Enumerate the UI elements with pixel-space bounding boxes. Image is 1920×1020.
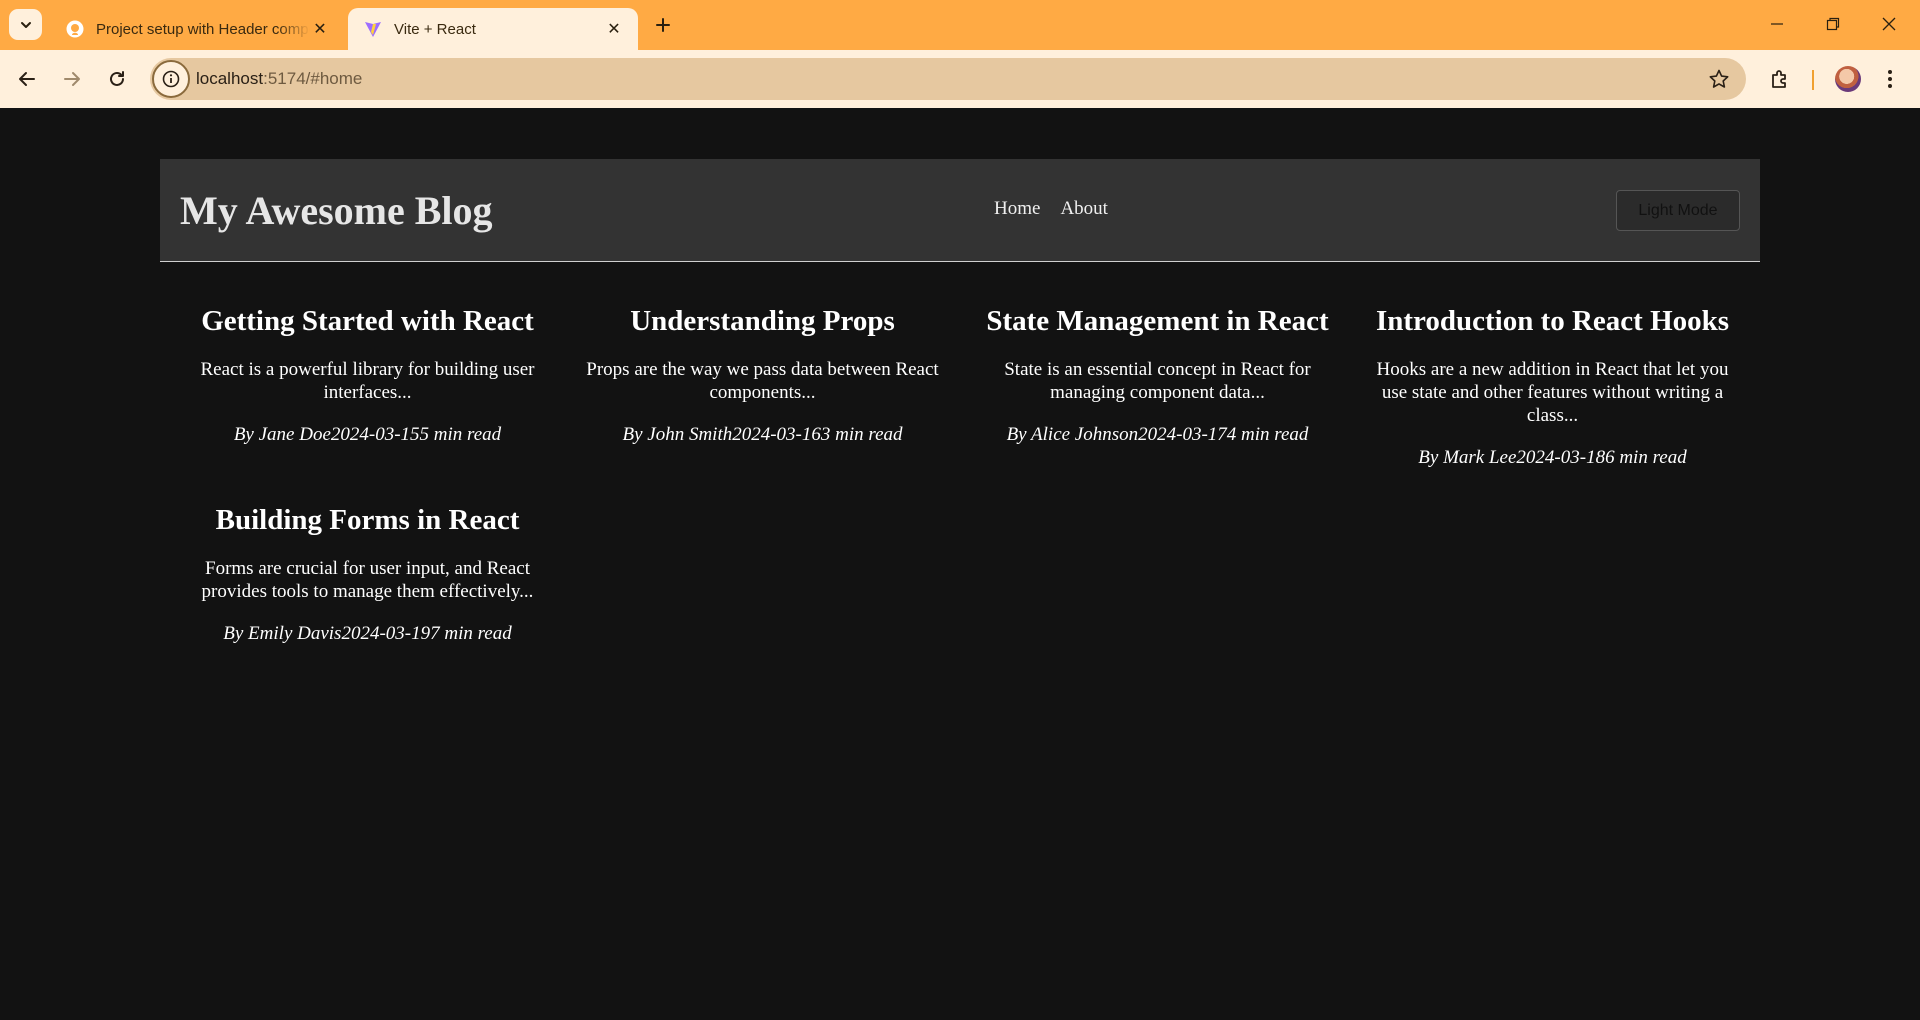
reload-button[interactable] [100,62,134,96]
post-meta: By John Smith2024-03-163 min read [577,423,948,446]
post-read-time: 5 min read [419,424,502,445]
post-meta: By Jane Doe2024-03-155 min read [182,423,553,446]
restore-icon [1826,17,1840,31]
light-mode-button[interactable]: Light Mode [1616,190,1740,231]
back-button[interactable] [10,62,44,96]
post-title: Understanding Props [630,305,895,337]
post-excerpt: Props are the way we pass data between R… [586,359,939,403]
page-viewport: My Awesome Blog Home About Light Mode Ge… [0,108,1920,1020]
arrow-right-icon [64,72,80,86]
github-icon [66,20,84,38]
restore-button[interactable] [1813,8,1853,40]
tab-vite-react[interactable]: Vite + React ✕ [348,8,638,50]
browser-menu-button[interactable] [1880,64,1900,94]
browser-toolbar: localhost:5174/#home [0,50,1920,108]
reload-icon [110,71,124,86]
post-grid: Getting Started with React React is a po… [170,304,1750,645]
url-text[interactable]: localhost:5174/#home [196,69,362,89]
address-bar[interactable]: localhost:5174/#home [150,58,1746,100]
tab-github[interactable]: Project setup with Header component ✕ [50,8,344,50]
post-read-time: 7 min read [430,623,512,644]
post-title: State Management in React [986,305,1329,337]
post-meta: By Emily Davis2024-03-197 min read [182,622,553,645]
puzzle-icon [1772,70,1786,88]
close-window-button[interactable] [1869,8,1909,40]
tab-search-button[interactable] [9,9,42,40]
site-info-button[interactable] [152,60,190,98]
post-author: By Alice Johnson [1006,424,1139,445]
post-date: 2024-03-19 [341,623,431,644]
post-excerpt: React is a powerful library for building… [200,359,535,403]
dot-icon [1888,84,1892,88]
post-read-time: 6 min read [1605,447,1687,468]
toolbar-divider [1812,70,1814,90]
nav-link-home[interactable]: Home [994,198,1040,220]
dot-icon [1888,77,1892,81]
tab-title: Project setup with Header component [96,20,310,38]
extensions-button[interactable] [1765,64,1795,94]
post-title: Introduction to React Hooks [1375,305,1730,337]
info-icon [162,70,180,88]
dot-icon [1888,70,1892,74]
new-tab-button[interactable] [650,12,676,38]
browser-tabstrip: Project setup with Header component ✕ Vi… [0,0,1920,50]
post-author: By Mark Lee [1418,447,1517,468]
site-header: My Awesome Blog Home About Light Mode [160,159,1760,262]
bookmark-star-icon[interactable] [1708,68,1730,90]
post-card: State Management in React State is an es… [960,304,1355,469]
close-icon[interactable]: ✕ [604,19,624,39]
post-card: Understanding Props Props are the way we… [565,304,960,469]
minimize-icon [1771,23,1783,25]
vite-icon [365,22,381,37]
post-card: Getting Started with React React is a po… [170,304,565,469]
forward-button[interactable] [55,62,89,96]
post-card: Building Forms in React Forms are crucia… [170,503,565,645]
post-date: 2024-03-15 [330,424,420,445]
site-nav: Home About [994,198,1108,220]
post-date: 2024-03-17 [1138,424,1227,445]
post-read-time: 4 min read [1226,424,1309,445]
arrow-left-icon [19,72,35,86]
post-date: 2024-03-16 [732,424,821,445]
tab-title: Vite + React [394,20,476,38]
minimize-button[interactable] [1757,8,1797,40]
site-title: My Awesome Blog [180,188,493,233]
post-title: Getting Started with React [201,305,534,337]
plus-icon [656,18,670,32]
post-author: By Emily Davis [223,623,342,644]
post-meta: By Alice Johnson2024-03-174 min read [972,423,1343,446]
profile-avatar[interactable] [1835,66,1861,92]
post-title: Building Forms in React [215,504,520,536]
url-host: localhost [196,69,264,88]
chevron-down-icon [20,21,31,28]
post-excerpt: State is an essential concept in React f… [1004,359,1311,403]
post-date: 2024-03-18 [1516,447,1606,468]
post-card: Introduction to React Hooks Hooks are a … [1355,304,1750,469]
post-author: By John Smith [622,424,733,445]
post-meta: By Mark Lee2024-03-186 min read [1367,446,1738,469]
close-icon[interactable]: ✕ [310,19,330,39]
post-read-time: 3 min read [820,424,903,445]
close-icon [1882,17,1896,31]
post-excerpt: Forms are crucial for user input, and Re… [201,558,534,602]
post-author: By Jane Doe [233,424,331,445]
url-path: :5174/#home [263,69,363,88]
post-excerpt: Hooks are a new addition in React that l… [1376,359,1729,426]
nav-link-about[interactable]: About [1060,198,1108,220]
